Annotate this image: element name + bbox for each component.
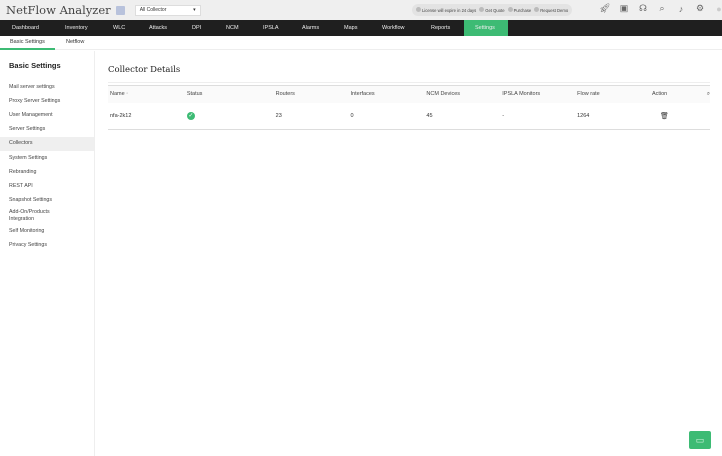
- page-title: Collector Details: [108, 65, 710, 83]
- tab-dashboard[interactable]: Dashboard: [12, 20, 39, 36]
- sidebar-item-system-settings[interactable]: System Settings: [0, 151, 94, 165]
- col-status: Status: [184, 85, 274, 103]
- bell-icon[interactable]: ♪: [675, 4, 687, 14]
- tab-workflow[interactable]: Workflow: [382, 20, 405, 36]
- sidebar-item-self-monitoring[interactable]: Self Monitoring: [0, 225, 94, 239]
- request-demo-link[interactable]: Request Demo: [534, 7, 568, 13]
- col-ncm-devices: NCM Devices: [424, 85, 501, 103]
- tab-ncm[interactable]: NCM: [226, 20, 239, 36]
- license-text: License will expire in 24 days: [422, 8, 477, 13]
- sidebar-item-rest-api[interactable]: REST API: [0, 179, 94, 193]
- tab-wlc[interactable]: WLC: [113, 20, 125, 36]
- sidebar-item-snapshot-settings[interactable]: Snapshot Settings: [0, 194, 94, 208]
- get-quote-link[interactable]: Get Quote: [479, 7, 505, 13]
- cell-name[interactable]: nfa-2k12: [108, 102, 185, 130]
- edition-icon[interactable]: [115, 5, 125, 15]
- col-flow-rate: Flow rate: [575, 85, 650, 103]
- sidebar-item-collectors[interactable]: Collectors: [0, 136, 94, 151]
- support-icon[interactable]: ☊: [637, 3, 649, 14]
- table-row: nfa-2k12 ✓ 23 0 45 - 1264 🗑︎: [108, 102, 710, 130]
- request-demo-label: Request Demo: [540, 8, 569, 13]
- purchase-label: Purchase: [513, 8, 532, 13]
- collector-table: Name ▫ Status Routers Interfaces NCM Dev…: [108, 85, 710, 130]
- top-header: NetFlow Analyzer All Collector ▾ License …: [0, 0, 722, 20]
- main-nav: Dashboard Inventory WLC Attacks DPI NCM …: [0, 20, 722, 36]
- tab-alarms[interactable]: Alarms: [302, 20, 319, 36]
- col-name[interactable]: Name ▫: [108, 85, 185, 103]
- sidebar: Basic Settings Mail server settings Prox…: [0, 51, 95, 456]
- rocket-icon[interactable]: 🚀︎: [599, 3, 611, 14]
- chat-icon: ▭: [695, 435, 705, 445]
- status-ok-icon: ✓: [186, 111, 195, 120]
- gear-icon[interactable]: ⚙: [694, 3, 706, 14]
- user-avatar-icon[interactable]: ●: [713, 4, 722, 14]
- sub-nav: Basic Settings Netflow: [0, 36, 722, 50]
- tab-settings[interactable]: Settings: [464, 20, 508, 36]
- tab-dpi[interactable]: DPI: [192, 20, 201, 36]
- col-routers: Routers: [273, 85, 349, 103]
- sidebar-item-addon-integration[interactable]: Add-On/Products Integration: [0, 208, 75, 225]
- table-header: Name ▫ Status Routers Interfaces NCM Dev…: [108, 85, 710, 103]
- collector-select-value: All Collector: [139, 7, 167, 13]
- chat-button[interactable]: ▭: [689, 431, 711, 449]
- sidebar-item-proxy-server[interactable]: Proxy Server Settings: [0, 94, 94, 108]
- tab-attacks[interactable]: Attacks: [149, 20, 167, 36]
- collector-select[interactable]: All Collector ▾: [134, 4, 201, 16]
- sort-icon: ▫: [126, 91, 129, 98]
- license-bar: License will expire in 24 days Get Quote…: [412, 4, 573, 16]
- cell-ncm: 45: [424, 102, 501, 130]
- sidebar-item-privacy-settings[interactable]: Privacy Settings: [0, 239, 94, 253]
- table-search-icon[interactable]: ⌕: [704, 85, 710, 103]
- purchase-link[interactable]: Purchase: [507, 7, 532, 13]
- cell-ipsla: -: [500, 102, 576, 130]
- cell-empty: [704, 102, 710, 130]
- chevron-down-icon: ▾: [193, 7, 196, 13]
- license-link[interactable]: License will expire in 24 days: [416, 7, 476, 13]
- tab-inventory[interactable]: Inventory: [65, 20, 88, 36]
- tab-reports[interactable]: Reports: [431, 20, 450, 36]
- cell-interfaces: 0: [348, 102, 425, 130]
- col-action: Action: [649, 85, 705, 103]
- tab-maps[interactable]: Maps: [344, 20, 357, 36]
- sidebar-title: Basic Settings: [9, 61, 61, 70]
- sidebar-item-server-settings[interactable]: Server Settings: [0, 123, 94, 137]
- cell-action: 🗑︎: [649, 102, 705, 130]
- main-content: Collector Details Name ▫ Status Routers …: [108, 51, 710, 130]
- col-interfaces: Interfaces: [348, 85, 425, 103]
- app-logo: NetFlow Analyzer: [6, 3, 111, 17]
- subtab-netflow[interactable]: Netflow: [66, 36, 84, 50]
- cell-status: ✓: [184, 102, 274, 130]
- sidebar-item-rebranding[interactable]: Rebranding: [0, 165, 94, 179]
- search-icon[interactable]: ⌕: [656, 3, 668, 14]
- trash-icon[interactable]: 🗑︎: [652, 113, 669, 120]
- subtab-basic-settings[interactable]: Basic Settings: [0, 36, 55, 50]
- tab-ipsla[interactable]: IPSLA: [263, 20, 279, 36]
- video-icon[interactable]: ▣: [618, 3, 630, 14]
- cell-flow-rate: 1264: [575, 102, 650, 130]
- cell-routers: 23: [273, 102, 349, 130]
- sidebar-item-user-management[interactable]: User Management: [0, 108, 94, 122]
- get-quote-label: Get Quote: [485, 8, 505, 13]
- sidebar-item-mail-server[interactable]: Mail server settings: [0, 80, 94, 94]
- col-name-label: Name: [110, 91, 125, 98]
- col-ipsla-monitors: IPSLA Monitors: [500, 85, 576, 103]
